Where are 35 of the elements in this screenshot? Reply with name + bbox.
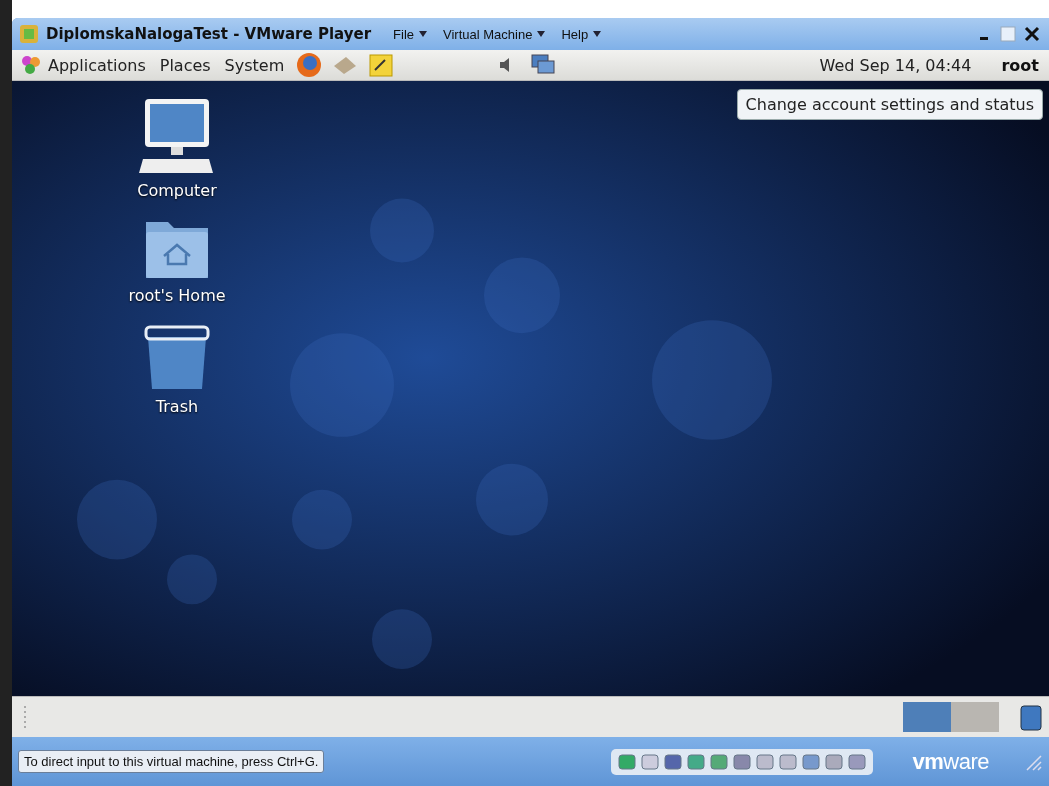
workspace-switcher[interactable]	[903, 702, 951, 732]
caret-icon	[593, 31, 602, 37]
menu-item[interactable]: Virtual Machine	[439, 26, 550, 42]
app-logo-icon	[20, 25, 38, 43]
desktop-icon-label[interactable]: root's Home	[128, 286, 226, 305]
menu-item[interactable]: Help	[557, 26, 606, 42]
trash-icon	[142, 323, 212, 391]
status-hint: To direct input to this virtual machine, press Ctrl+G.	[18, 750, 325, 773]
desktop-icon-label[interactable]: Computer	[137, 181, 217, 200]
trash-icon[interactable]	[1019, 702, 1043, 732]
light-spot	[372, 609, 432, 670]
panel-clock: Wed Sep 14, 04:44	[819, 55, 972, 75]
maximize-button[interactable]	[999, 25, 1017, 43]
caret-icon	[537, 31, 546, 37]
window-title: DiplomskaNalogaTest - VMware Player	[46, 25, 372, 43]
browser-icon[interactable]	[296, 52, 323, 78]
panel-menu[interactable]: Places	[157, 55, 213, 75]
tooltip: Change account settings and status	[736, 89, 1043, 120]
menu-item[interactable]: File	[389, 26, 431, 42]
foot-logo-icon	[20, 54, 42, 76]
close-icon	[1024, 26, 1040, 42]
light-spot	[292, 489, 352, 550]
note-icon[interactable]	[368, 52, 395, 78]
user-menu[interactable]: root	[997, 55, 1043, 75]
light-spot	[370, 198, 434, 263]
workspace-switcher[interactable]	[951, 702, 999, 732]
desktop-icon-label[interactable]: Trash	[155, 397, 199, 416]
light-spot	[167, 554, 217, 605]
panel-menu[interactable]: System	[222, 55, 287, 75]
brand-logo: vmware	[912, 748, 989, 775]
close-button[interactable]	[1023, 25, 1041, 43]
maximize-icon	[1000, 26, 1016, 42]
caret-icon	[419, 31, 427, 37]
minimize-icon	[980, 37, 988, 40]
panel-menu[interactable]: Applications	[18, 54, 148, 76]
